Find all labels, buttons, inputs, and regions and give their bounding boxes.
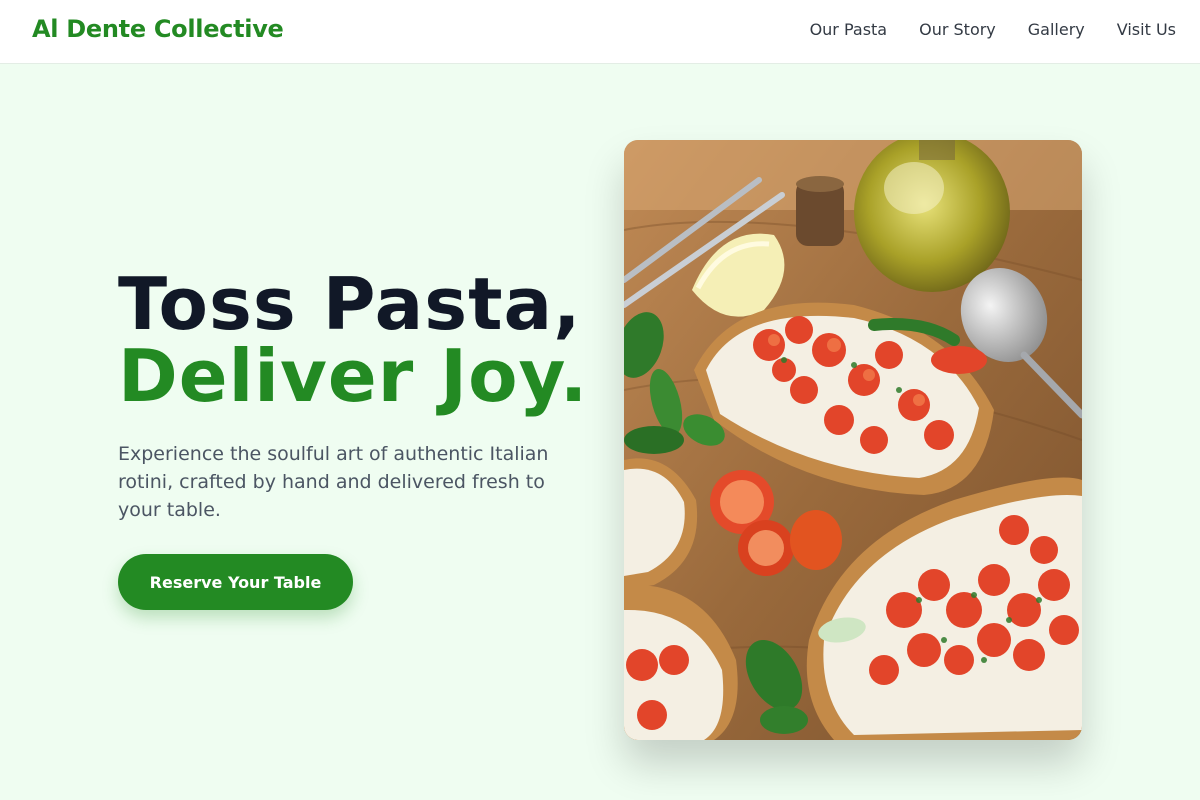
hero-subtitle: Experience the soulful art of authentic … bbox=[118, 443, 549, 521]
hero-heading-line1: Toss Pasta, bbox=[118, 262, 582, 346]
nav-link-our-pasta[interactable]: Our Pasta bbox=[810, 20, 888, 39]
hero-heading: Toss Pasta, Deliver Joy. bbox=[118, 268, 598, 412]
reserve-table-button[interactable]: Reserve Your Table bbox=[118, 554, 353, 610]
nav-link-visit-us[interactable]: Visit Us bbox=[1117, 20, 1176, 39]
hero-section: Toss Pasta, Deliver Joy. Experience the … bbox=[118, 268, 598, 610]
top-navbar: Al Dente Collective Our Pasta Our Story … bbox=[0, 0, 1200, 64]
nav-links: Our Pasta Our Story Gallery Visit Us bbox=[810, 20, 1176, 39]
nav-link-our-story[interactable]: Our Story bbox=[919, 20, 996, 39]
brand-logo[interactable]: Al Dente Collective bbox=[32, 15, 284, 43]
hero-food-image bbox=[624, 140, 1082, 740]
hero-heading-line2: Deliver Joy. bbox=[118, 334, 589, 418]
nav-link-gallery[interactable]: Gallery bbox=[1028, 20, 1085, 39]
